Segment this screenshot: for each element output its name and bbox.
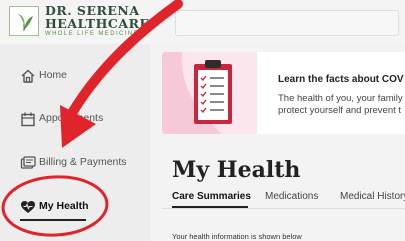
leaf-logo-icon [9,6,39,36]
sidebar-item-home[interactable]: Home [0,61,150,91]
banner-title: Learn the facts about COV [278,74,404,85]
banner-body-line1: The health of you, your family [278,93,403,104]
sidebar-item-billing[interactable]: Billing & Payments [0,148,150,178]
banner-body-line2: protect yourself and prevent t [278,105,402,116]
home-icon [21,69,35,83]
calendar-icon [21,112,35,127]
banner-body: The health of you, your family protect y… [278,93,403,117]
banner-illustration [162,52,257,134]
sidebar-item-label: My Health [39,200,89,212]
top-bar: DR. SERENA HEALTHCARE WHOLE LIFE MEDICIN… [0,0,405,44]
heart-icon [21,201,35,213]
active-indicator [20,219,86,221]
info-text: Your health information is shown below [172,232,302,241]
top-bar-field[interactable] [175,10,399,36]
brand-logo[interactable]: DR. SERENA HEALTHCARE WHOLE LIFE MEDICIN… [9,3,163,41]
sidebar-item-label: Appointments [39,112,104,124]
billing-icon [20,156,36,169]
brand-text: DR. SERENA HEALTHCARE WHOLE LIFE MEDICIN… [45,4,165,37]
tab-medical-history[interactable]: Medical History [340,191,405,202]
clipboard-icon [162,52,232,134]
tabs-divider [162,208,405,209]
tab-medications[interactable]: Medications [265,191,318,202]
covid-banner[interactable]: Learn the facts about COV The health of … [162,52,405,134]
page-title: My Health [172,157,301,183]
sidebar: Home Appointments Billing & Payments My … [0,44,150,241]
sidebar-item-appointments[interactable]: Appointments [0,104,150,134]
sidebar-item-label: Billing & Payments [39,156,127,168]
tab-care-summaries[interactable]: Care Summaries [172,191,251,202]
brand-tagline: WHOLE LIFE MEDICINE [45,31,139,37]
main-content: Learn the facts about COV The health of … [150,44,405,241]
brand-name-line2: HEALTHCARE [45,16,150,31]
sidebar-item-my-health[interactable]: My Health [0,192,150,222]
sidebar-item-label: Home [39,69,68,81]
